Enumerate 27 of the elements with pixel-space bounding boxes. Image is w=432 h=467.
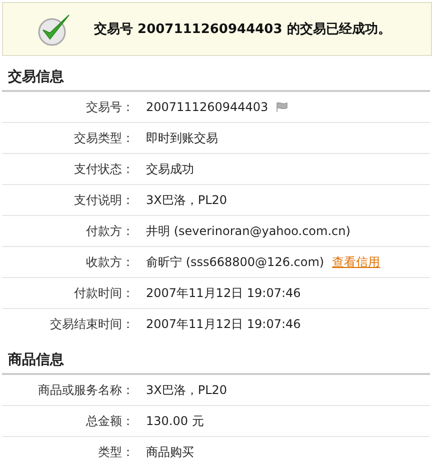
field-value: 交易成功 xyxy=(146,160,194,178)
field-value: 2007111260944403 xyxy=(146,100,268,114)
field-label: 付款方： xyxy=(85,222,134,240)
field-label: 支付说明： xyxy=(73,192,134,208)
field-label: 付款时间： xyxy=(73,284,134,302)
field-label: 商品或服务名称： xyxy=(37,382,134,398)
field-label: 交易号： xyxy=(85,98,134,116)
field-label: 类型： xyxy=(97,444,134,460)
section-title: 商品信息 xyxy=(7,350,65,370)
field-label: 支付状态： xyxy=(73,160,134,178)
field-value: 3X巴洛，PL20 xyxy=(146,382,228,398)
field-value: 2007年11月12日 19:07:46 xyxy=(146,316,301,332)
field-value: 商品购买 xyxy=(146,444,194,460)
field-value: 2007年11月12日 19:07:46 xyxy=(146,284,301,302)
field-label: 交易类型： xyxy=(73,130,134,146)
field-label: 总金额： xyxy=(85,412,134,430)
field-label: 收款方： xyxy=(85,254,134,270)
banner-message: 交易号 2007111260944403 的交易已经成功。 xyxy=(94,20,391,38)
field-value: 井明 (severinoran@yahoo.com.cn) xyxy=(146,222,350,240)
flag-icon[interactable] xyxy=(276,102,288,112)
field-value: 即时到账交易 xyxy=(146,130,218,146)
field-value: 130.00 元 xyxy=(146,412,204,430)
field-value: 俞昕宁 (sss668800@126.com) xyxy=(146,254,324,270)
section-title: 交易信息 xyxy=(7,68,65,87)
field-value: 3X巴洛，PL20 xyxy=(146,192,228,208)
view-credit-link[interactable]: 查看信用 xyxy=(332,254,380,270)
field-label: 交易结束时间： xyxy=(49,316,134,332)
